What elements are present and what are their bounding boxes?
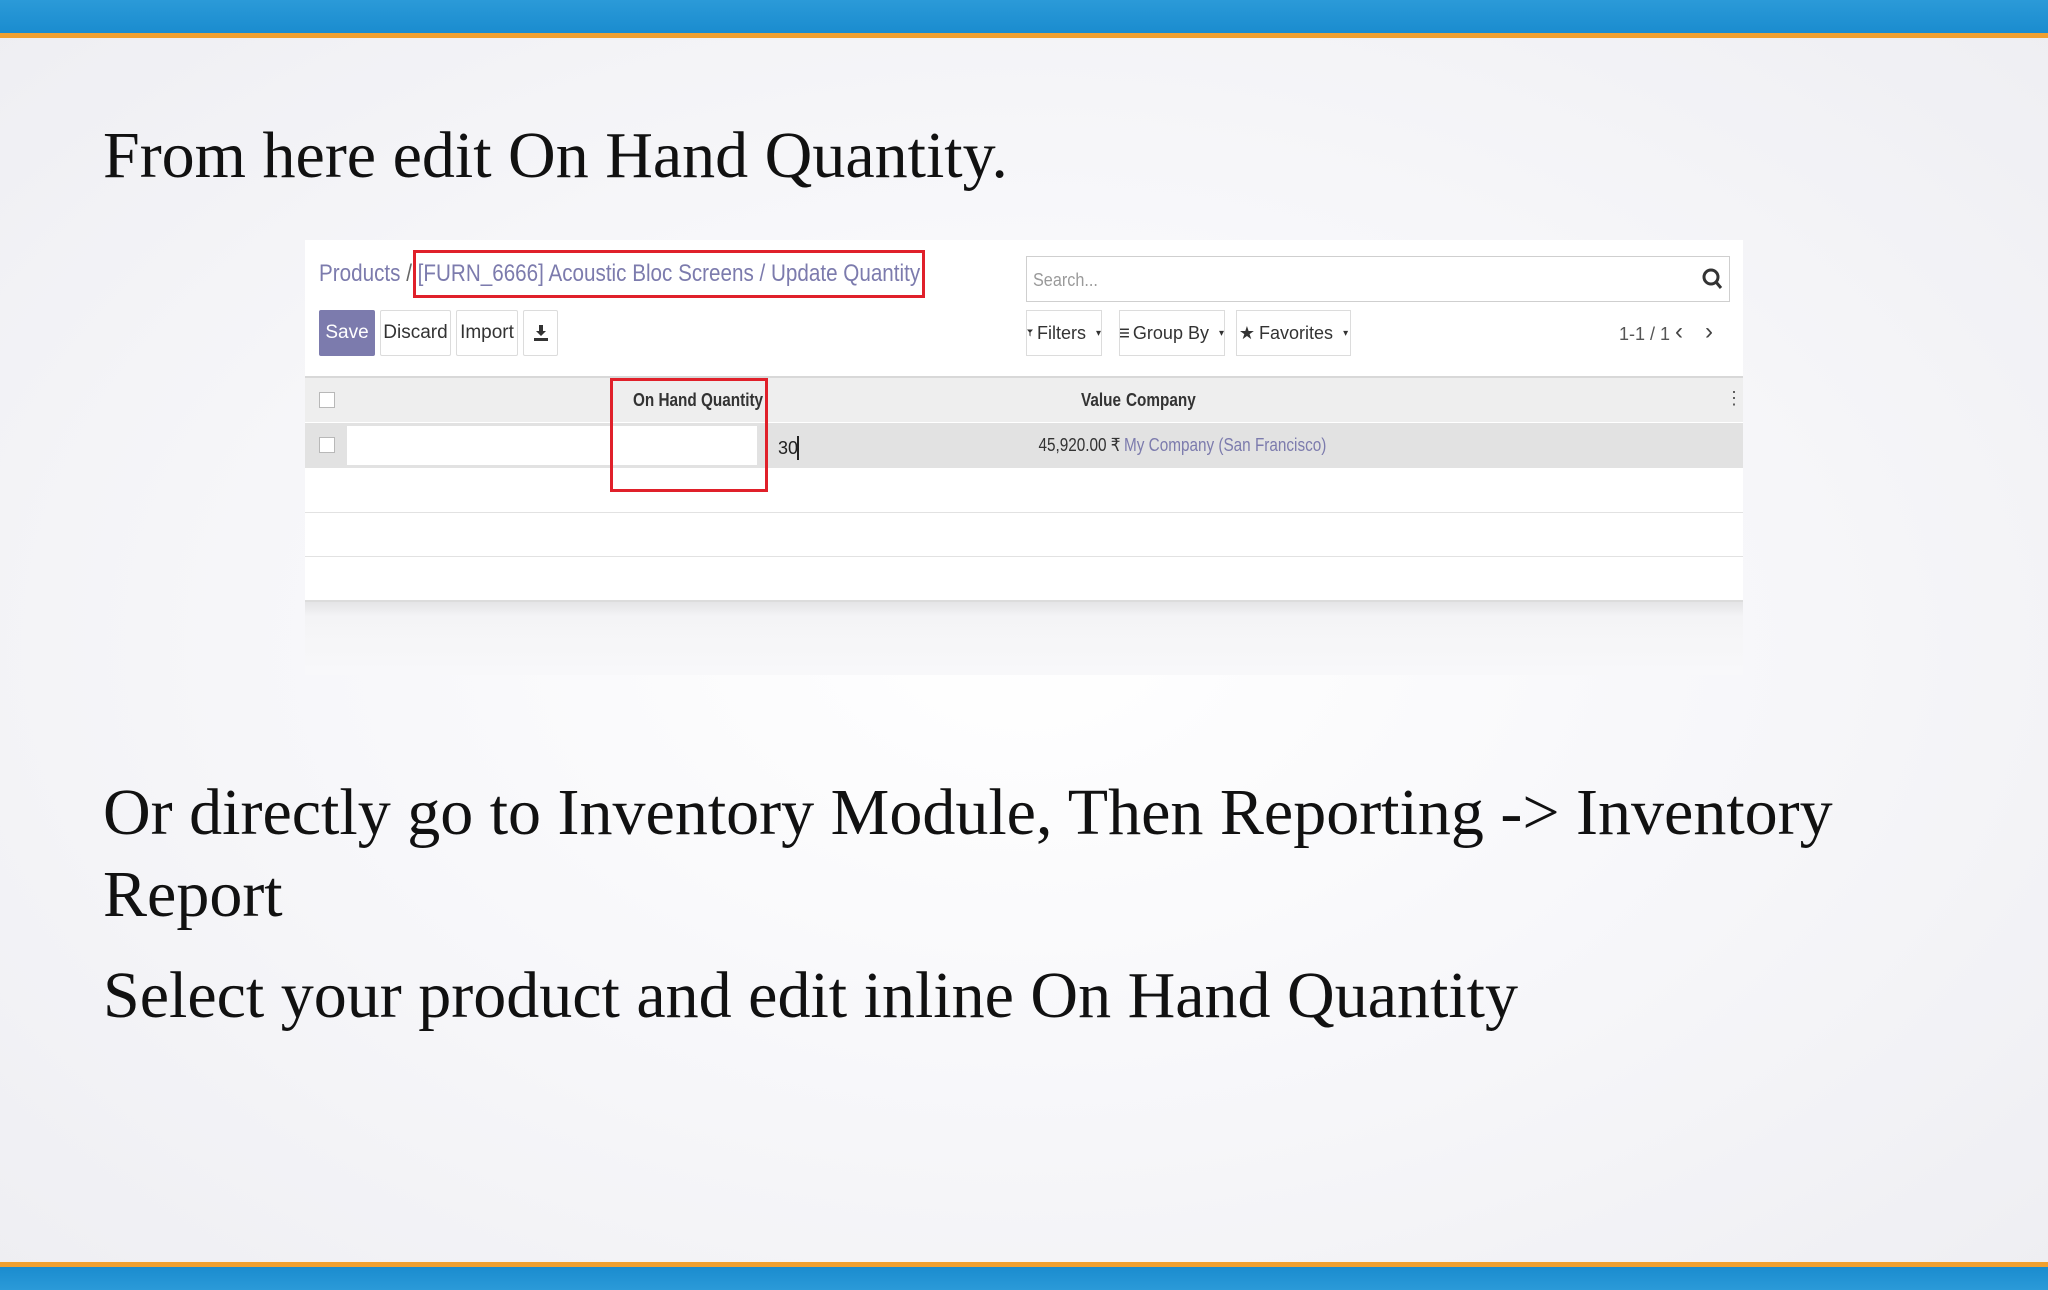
breadcrumb-products-link[interactable]: Products <box>319 260 400 287</box>
odoo-screenshot: Products / [FURN_6666] Acoustic Bloc Scr… <box>305 240 1743 675</box>
discard-button[interactable]: Discard <box>380 310 451 356</box>
favorites-label: Favorites <box>1259 322 1334 343</box>
search-input[interactable]: Search... <box>1026 256 1730 302</box>
top-accent-line <box>0 33 2048 38</box>
pager-value[interactable]: 1-1 / 1 <box>1619 324 1670 345</box>
filters-dropdown[interactable]: Filters ▾ <box>1026 310 1102 356</box>
column-value[interactable]: Value <box>1081 390 1121 411</box>
list-footer <box>305 602 1743 675</box>
filter-icon <box>1027 329 1033 337</box>
caret-down-icon: ▾ <box>1095 327 1101 339</box>
group-by-dropdown[interactable]: Group By ▾ <box>1119 310 1225 356</box>
star-icon: ★ <box>1238 322 1256 343</box>
import-button[interactable]: Import <box>456 310 518 356</box>
favorites-dropdown[interactable]: ★ Favorites ▾ <box>1236 310 1351 356</box>
table-row[interactable]: 30 45,920.00 ₹ My Company (San Francisco… <box>305 423 1743 468</box>
group-by-label: Group By <box>1132 322 1209 343</box>
caret-down-icon: ▾ <box>1343 327 1349 339</box>
slide-instruction-2: Select your product and edit inline On H… <box>103 959 1519 1032</box>
bottom-band <box>0 1267 2048 1290</box>
text-cursor <box>797 436 799 460</box>
select-all-checkbox[interactable] <box>319 392 335 408</box>
top-band <box>0 0 2048 33</box>
company-link[interactable]: My Company (San Francisco) <box>1124 435 1326 456</box>
search-icon[interactable] <box>1701 267 1723 291</box>
filters-label: Filters <box>1036 322 1086 343</box>
breadcrumb-separator: / <box>406 260 412 287</box>
search-placeholder: Search... <box>1033 270 1098 290</box>
breadcrumb-highlight-box <box>413 250 925 298</box>
value-cell: 45,920.00 ₹ <box>1038 435 1121 455</box>
save-button[interactable]: Save <box>319 310 375 356</box>
slide-instruction-1: Or directly go to Inventory Module, Then… <box>103 776 1833 931</box>
download-button[interactable] <box>523 310 558 356</box>
column-company[interactable]: Company <box>1126 390 1196 411</box>
empty-row <box>305 600 1743 602</box>
column-options-icon[interactable]: ⋮ <box>1725 388 1743 409</box>
slide-heading: From here edit On Hand Quantity. <box>103 119 1008 192</box>
quantity-highlight-box <box>610 378 768 492</box>
chevron-left-icon[interactable]: ‹ <box>1675 318 1683 346</box>
quantity-value: 30 <box>778 438 799 458</box>
caret-down-icon: ▾ <box>1218 327 1224 339</box>
download-icon <box>533 325 548 341</box>
chevron-right-icon[interactable]: › <box>1705 318 1713 346</box>
table-header: On Hand Quantity Value Company ⋮ <box>305 376 1743 422</box>
empty-row <box>305 556 1743 557</box>
list-icon <box>1120 328 1129 338</box>
empty-row <box>305 512 1743 513</box>
row-checkbox[interactable] <box>319 437 335 453</box>
